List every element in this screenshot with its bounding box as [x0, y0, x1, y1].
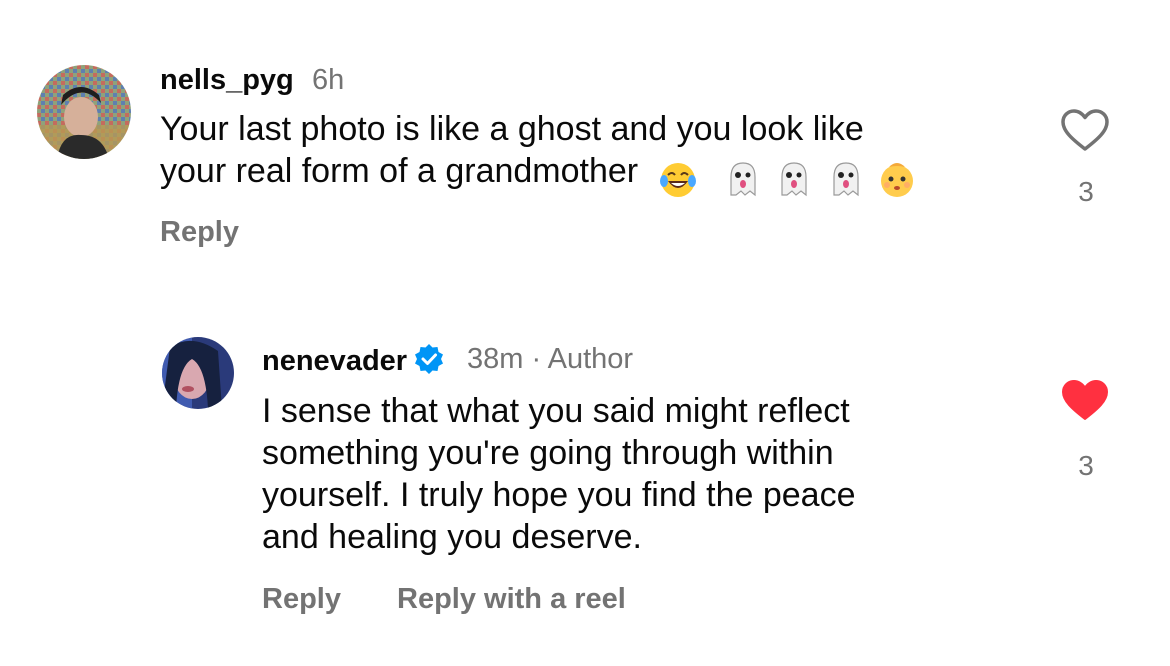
face-with-tears-of-joy-icon [658, 159, 698, 199]
comment-text-line: and healing you deserve. [262, 518, 642, 556]
ghost-icon [723, 159, 763, 199]
comment-text-line: Your last photo is like a ghost and you … [160, 110, 864, 148]
comment-timestamp: 38m [467, 343, 524, 375]
comment-text: Your last photo is like a ghost and you … [160, 108, 919, 199]
reply-button[interactable]: Reply [262, 583, 341, 616]
verified-badge-icon [413, 343, 445, 375]
ghost-icon [826, 159, 866, 199]
comment-username[interactable]: nells_pyg [160, 64, 294, 97]
comment-timestamp: 6h [312, 64, 345, 96]
like-count: 3 [1078, 450, 1094, 481]
like-button[interactable] [1060, 378, 1110, 422]
author-label: Author [547, 343, 634, 375]
comment-text-line: yourself. I truly hope you find the peac… [262, 476, 856, 514]
baby-face-icon [877, 159, 917, 199]
heart-filled-icon [1062, 380, 1108, 420]
username-text[interactable]: nenevader [262, 345, 407, 377]
comment-text-line: your real form of a grandmother [160, 150, 919, 199]
ghost-icon [774, 159, 814, 199]
reply-with-reel-button[interactable]: Reply with a reel [397, 583, 626, 616]
avatar[interactable] [162, 337, 234, 409]
comment-text-segment: your real form of a grandmother [160, 152, 639, 190]
heart-outline-icon [1061, 109, 1109, 151]
like-count: 3 [1078, 176, 1094, 207]
comment-username[interactable]: nenevader [262, 343, 445, 378]
comment-text-line: I sense that what you said might reflect [262, 392, 850, 430]
like-button[interactable] [1060, 108, 1110, 152]
reply-button[interactable]: Reply [160, 216, 239, 249]
meta-separator: · [531, 343, 542, 375]
comment-text: I sense that what you said might reflect… [262, 390, 855, 558]
comment-meta: 38m · Author [467, 343, 633, 376]
avatar[interactable] [37, 65, 131, 159]
comment-text-line: something you're going through within [262, 434, 834, 472]
emoji-row [658, 156, 920, 199]
